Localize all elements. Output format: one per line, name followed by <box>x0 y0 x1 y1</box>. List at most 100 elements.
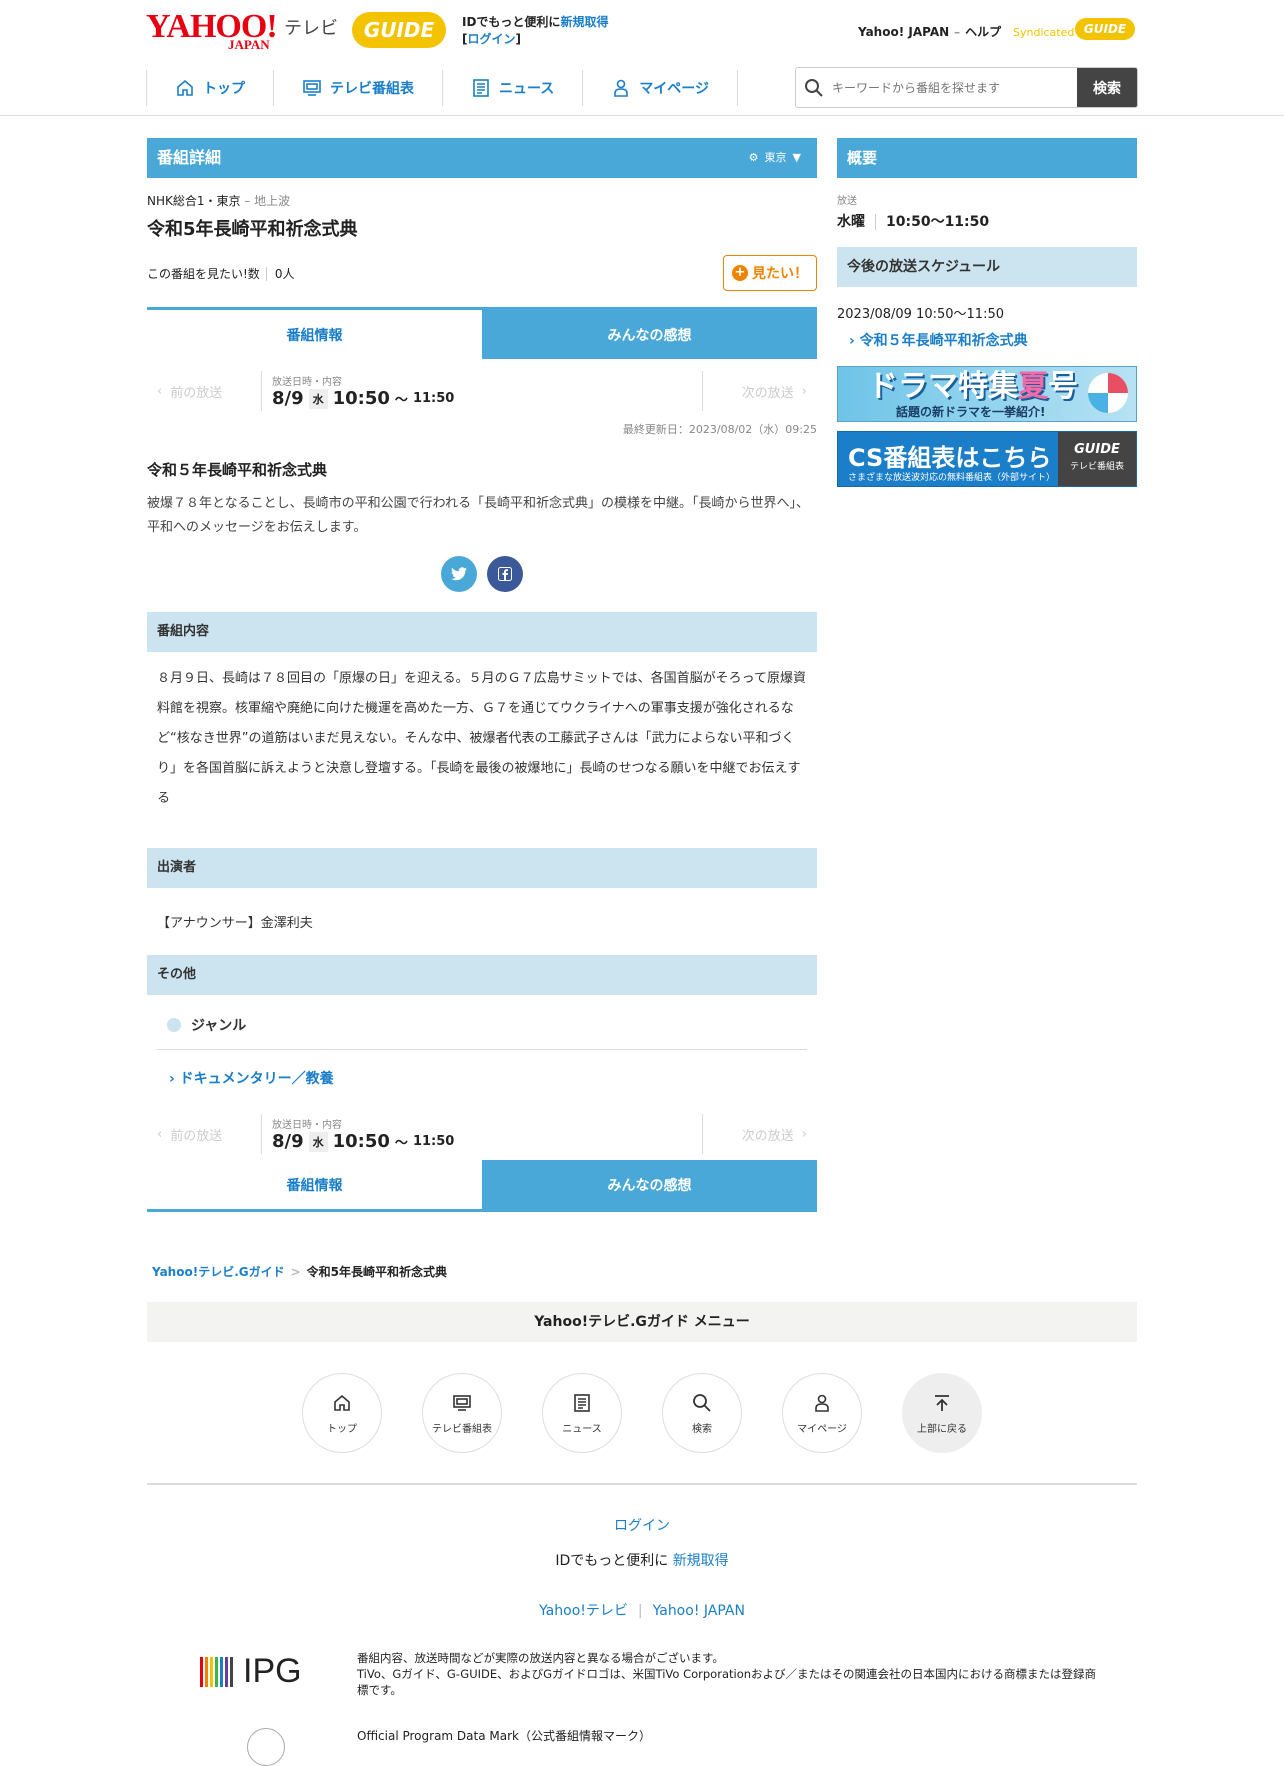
plus-icon: + <box>732 265 748 281</box>
want-count-value: 0人 <box>265 266 295 281</box>
yahoo-logo[interactable]: YAHOO! JAPAN <box>146 10 278 52</box>
broadcast-time: 水曜 10:50〜11:50 <box>837 211 1137 231</box>
footer-menu: トップ テレビ番組表 ニュース 検索 マイページ 上部に戻る <box>302 1373 982 1453</box>
footer-menu-label: ニュース <box>562 1423 602 1435</box>
gguide-badge-logo: GUIDE <box>1074 442 1120 457</box>
disclaimer-line-2: TiVo、Gガイド、G-GUIDE、およびGガイドロゴは、米国TiVo Corp… <box>357 1667 1097 1697</box>
chevron-right-icon: › <box>801 1126 807 1142</box>
station-name: NHK総合1・東京 <box>147 194 241 208</box>
help-link[interactable]: ヘルプ <box>965 25 1001 39</box>
chevron-left-icon: ‹ <box>157 383 163 399</box>
banner-subtitle: 話題の新ドラマを一挙紹介! <box>896 405 1046 419</box>
syndicated-gguide-logo: GUIDE <box>1075 18 1135 40</box>
gear-icon: ⚙ <box>748 151 759 164</box>
signup-link[interactable]: 新規取得 <box>560 15 608 29</box>
facebook-icon[interactable] <box>487 556 523 592</box>
prev-broadcast[interactable]: ‹ 前の放送 <box>147 371 262 411</box>
tab-program-info[interactable]: 番組情報 <box>147 310 482 359</box>
breadcrumb-home[interactable]: Yahoo!テレビ.Gガイド <box>152 1265 285 1279</box>
breadcrumb: Yahoo!テレビ.Gガイド > 令和5年長崎平和祈念式典 <box>152 1265 448 1279</box>
twitter-icon[interactable] <box>441 556 477 592</box>
air-date: 8/9 <box>272 1131 304 1152</box>
want-count: この番組を見たい!数 0人 <box>147 265 295 282</box>
footer-menu-news[interactable]: ニュース <box>542 1373 622 1453</box>
footer-menu-label: マイページ <box>797 1423 847 1435</box>
search-button[interactable]: 検索 <box>1077 68 1137 107</box>
nav-item-tv-guide[interactable]: テレビ番組表 <box>273 70 442 106</box>
footer-link-yahoo-japan[interactable]: Yahoo! JAPAN <box>653 1603 745 1619</box>
cs-guide-banner[interactable]: CS番組表はこちら さまざまな放送波対応の無料番組表（外部サイト） GUIDE … <box>837 431 1137 487</box>
footer-login-link[interactable]: ログイン <box>614 1518 670 1534</box>
search-box: 検索 <box>795 67 1138 108</box>
main-column: 番組詳細 ⚙ 東京 ▼ NHK総合1・東京 – 地上波 令和5年長崎平和祈念式典… <box>147 138 817 1212</box>
top-links: Yahoo! JAPAN – ヘルプ <box>858 25 1002 39</box>
next-broadcast[interactable]: 次の放送 › <box>702 1114 817 1154</box>
gguide-logo[interactable]: GUIDE <box>352 12 446 48</box>
footer-menu-back-to-top[interactable]: 上部に戻る <box>902 1373 982 1453</box>
schedule-date: 2023/08/09 10:50〜11:50 <box>837 307 1004 322</box>
tab-reviews[interactable]: みんなの感想 <box>482 310 817 359</box>
banner-title: ドラマ特集夏号 <box>868 367 1078 407</box>
air-datetime-label: 放送日時・内容 <box>272 1120 342 1131</box>
broadcast-label: 放送 <box>837 196 857 207</box>
footer-menu-label: トップ <box>327 1423 357 1435</box>
tab-reviews[interactable]: みんなの感想 <box>482 1160 817 1209</box>
gguide-badge: GUIDE テレビ番組表 <box>1058 432 1136 486</box>
footer-signup-link[interactable]: 新規取得 <box>673 1553 729 1569</box>
air-dow: 水 <box>308 388 328 409</box>
footer-divider <box>147 1483 1137 1485</box>
chevron-right-icon: › <box>801 383 807 399</box>
banner-title: CS番組表はこちら <box>848 444 1052 472</box>
air-tilde: 〜 <box>394 393 408 408</box>
tab-program-info[interactable]: 番組情報 <box>147 1160 482 1209</box>
user-icon <box>815 1394 829 1412</box>
footer-menu-tv-guide[interactable]: テレビ番組表 <box>422 1373 502 1453</box>
banner-title-b: 夏 <box>1018 369 1048 404</box>
drama-special-banner[interactable]: ドラマ特集夏号 話題の新ドラマを一挙紹介! <box>837 366 1137 422</box>
banner-title-c: 号 <box>1048 369 1078 404</box>
air-datetime: 放送日時・内容 8/9 水 10:50 〜 11:50 <box>262 1116 702 1152</box>
footer-menu-search[interactable]: 検索 <box>662 1373 742 1453</box>
program-title: 令和5年長崎平和祈念式典 <box>147 219 358 240</box>
air-start: 10:50 <box>332 388 390 409</box>
footer-menu-label: 検索 <box>692 1423 712 1435</box>
next-broadcast[interactable]: 次の放送 › <box>702 371 817 411</box>
schedule-link[interactable]: › 令和５年長崎平和祈念式典 <box>837 330 1137 350</box>
ipg-logo-text: IPG <box>243 1652 302 1690</box>
genre-link-label: ドキュメンタリー／教養 <box>179 1071 334 1087</box>
search-icon <box>796 68 832 107</box>
footer-menu-heading: Yahoo!テレビ.Gガイド メニュー <box>147 1302 1137 1342</box>
ipg-logo-bars <box>200 1656 233 1687</box>
schedule-heading: 今後の放送スケジュール <box>837 247 1137 287</box>
search-input[interactable] <box>832 68 1077 107</box>
news-icon <box>473 79 489 97</box>
air-navigation-bottom: ‹ 前の放送 放送日時・内容 8/9 水 10:50 〜 11:50 次の放送 … <box>147 1108 817 1160</box>
news-icon <box>574 1393 590 1412</box>
umbrella-icon <box>1088 373 1128 413</box>
bullet-icon <box>167 1018 181 1032</box>
nav-item-news[interactable]: ニュース <box>442 70 582 106</box>
air-dow: 水 <box>308 1131 328 1152</box>
footer-menu-top[interactable]: トップ <box>302 1373 382 1453</box>
footer-menu-mypage[interactable]: マイページ <box>782 1373 862 1453</box>
genre-link[interactable]: › ドキュメンタリー／教養 <box>147 1050 817 1106</box>
prev-broadcast[interactable]: ‹ 前の放送 <box>147 1114 262 1154</box>
want-count-label: この番組を見たい!数 <box>147 266 260 281</box>
nav-item-top[interactable]: トップ <box>146 70 273 106</box>
other-heading: その他 <box>147 955 817 995</box>
prev-broadcast-label: 前の放送 <box>170 385 223 401</box>
nav-item-mypage[interactable]: マイページ <box>582 70 739 106</box>
disclaimer-line-1: 番組内容、放送時間などが実際の放送内容と異なる場合がございます。 <box>357 1651 724 1665</box>
want-button[interactable]: + 見たい！ <box>723 255 817 291</box>
breadcrumb-current: 令和5年長崎平和祈念式典 <box>306 1265 448 1279</box>
banner-subtitle: さまざまな放送波対応の無料番組表（外部サイト） <box>848 473 1056 483</box>
syndicated-text: Syndicated <box>1013 26 1075 39</box>
nav-item-label: ニュース <box>499 81 555 97</box>
region-selector[interactable]: ⚙ 東京 ▼ <box>749 138 801 178</box>
main-nav: トップ テレビ番組表 ニュース マイページ <box>146 70 739 106</box>
yahoo-japan-link[interactable]: Yahoo! JAPAN <box>858 25 949 39</box>
user-icon <box>614 79 629 97</box>
tv-logo-label[interactable]: テレビ <box>284 14 338 40</box>
login-link[interactable]: ログイン <box>467 32 515 46</box>
footer-link-yahoo-tv[interactable]: Yahoo!テレビ <box>539 1603 628 1619</box>
